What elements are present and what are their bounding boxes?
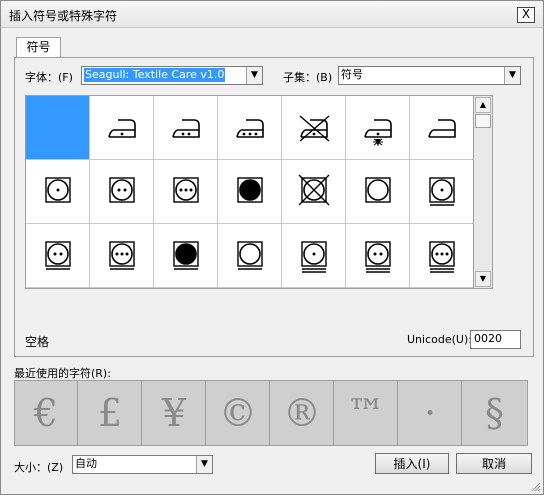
font-select[interactable]: Seagull: Textile Care v1.0 ▼ <box>81 66 263 85</box>
dryer-2dots-icon <box>109 177 135 203</box>
iron-crossed-icon <box>299 115 330 142</box>
subset-label: 子集：(B) <box>283 71 333 84</box>
recent-char-1[interactable]: £ <box>79 381 142 445</box>
symbol-cell-iron-3dots[interactable] <box>218 96 282 160</box>
dryer-1dot-bar-icon <box>429 177 455 206</box>
iron-steam-star-icon <box>364 119 392 146</box>
symbol-cell-dryer-2dots-2bars[interactable] <box>346 224 410 288</box>
symbol-cell-dryer-1dot[interactable] <box>26 160 90 224</box>
symbol-cell-iron-plain[interactable] <box>410 96 474 160</box>
unicode-input[interactable]: 0020 <box>470 330 521 349</box>
subset-select-value: 符号 <box>341 68 363 81</box>
symbol-grid <box>25 95 475 289</box>
recent-char-7[interactable]: § <box>463 381 526 445</box>
dryer-3dots-bar-icon <box>109 241 135 270</box>
insert-symbol-dialog: 插入符号或特殊字符 X 符号 字体：(F) Seagull: Textile C… <box>0 0 544 495</box>
dryer-3dots-icon <box>173 177 199 203</box>
dryer-1dot-icon <box>45 177 71 203</box>
symbol-cell-dryer-filled-bar[interactable] <box>154 224 218 288</box>
resize-grip-icon[interactable] <box>531 482 541 492</box>
subset-select[interactable]: 符号 ▼ <box>338 66 521 85</box>
size-select[interactable]: 自动 ▼ <box>72 455 213 474</box>
dryer-filled-icon <box>237 177 263 203</box>
dryer-1dot-2bars-icon <box>301 241 327 273</box>
symbol-cell-dryer-3dots-2bars[interactable] <box>410 224 474 288</box>
recent-char-0[interactable]: € <box>15 381 78 445</box>
symbol-cell-dryer-filled[interactable] <box>218 160 282 224</box>
dryer-empty-bar-icon <box>237 241 263 270</box>
chevron-up-icon[interactable]: ▲ <box>475 97 491 113</box>
dryer-2dots-bar-icon <box>45 241 71 270</box>
dryer-empty-icon <box>365 177 391 203</box>
symbol-cell-iron-steam-star[interactable] <box>346 96 410 160</box>
symbol-cell-dryer-1dot-2bars[interactable] <box>282 224 346 288</box>
size-label: 大小：(Z) <box>14 461 64 474</box>
symbol-cell-iron-1dot[interactable] <box>90 96 154 160</box>
symbol-cell-dryer-2dots-bar[interactable] <box>26 224 90 288</box>
chevron-down-icon[interactable]: ▼ <box>196 456 212 473</box>
iron-1dot-icon <box>108 119 136 138</box>
iron-plain-icon <box>428 119 456 138</box>
recent-char-5[interactable]: ™ <box>335 381 398 445</box>
symbol-cell-dryer-empty-bar[interactable] <box>218 224 282 288</box>
insert-button[interactable]: 插入(I) <box>375 453 449 474</box>
font-select-value: Seagull: Textile Care v1.0 <box>84 68 226 82</box>
symbol-grid-scrollbar[interactable]: ▲ ▼ <box>473 95 493 289</box>
font-label: 字体：(F) <box>25 71 73 84</box>
dryer-3dots-2bars-icon <box>429 241 455 273</box>
recent-characters: € £ ¥ © ® ™ · § <box>14 380 528 446</box>
char-name: 空格 <box>25 335 50 349</box>
scrollbar-thumb[interactable] <box>475 114 491 128</box>
symbol-cell-dryer-3dots-bar[interactable] <box>90 224 154 288</box>
symbol-cell-dryer-crossed[interactable] <box>282 160 346 224</box>
symbol-cell-iron-2dots[interactable] <box>154 96 218 160</box>
recent-char-6[interactable]: · <box>399 381 462 445</box>
symbol-cell-iron-crossed[interactable] <box>282 96 346 160</box>
symbol-cell-dryer-empty[interactable] <box>346 160 410 224</box>
symbol-cell-dryer-3dots[interactable] <box>154 160 218 224</box>
symbol-cell-dryer-1dot-bar[interactable] <box>410 160 474 224</box>
unicode-value: 0020 <box>474 332 502 345</box>
close-button[interactable]: X <box>517 7 535 23</box>
symbol-cell-dryer-2dots[interactable] <box>90 160 154 224</box>
recent-label: 最近使用的字符(R): <box>14 367 111 380</box>
chevron-down-icon[interactable]: ▼ <box>475 271 491 287</box>
recent-char-2[interactable]: ¥ <box>143 381 206 445</box>
chevron-down-icon[interactable]: ▼ <box>246 67 262 84</box>
recent-char-4[interactable]: ® <box>271 381 334 445</box>
dryer-crossed-icon <box>298 174 330 206</box>
dryer-2dots-2bars-icon <box>365 241 391 273</box>
unicode-label: Unicode(U): <box>407 333 472 346</box>
title-bar: 插入符号或特殊字符 X <box>1 1 543 28</box>
iron-2dots-icon <box>172 119 200 138</box>
recent-char-3[interactable]: © <box>207 381 270 445</box>
iron-3dots-icon <box>236 119 264 138</box>
chevron-down-icon[interactable]: ▼ <box>504 67 520 84</box>
tab-symbols[interactable]: 符号 <box>16 37 61 58</box>
window-title: 插入符号或特殊字符 <box>9 9 118 23</box>
cancel-button[interactable]: 取消 <box>456 453 532 474</box>
size-select-value: 自动 <box>75 457 97 470</box>
symbol-cell-blank-selected[interactable] <box>26 96 90 160</box>
dryer-filled-bar-icon <box>173 241 199 270</box>
